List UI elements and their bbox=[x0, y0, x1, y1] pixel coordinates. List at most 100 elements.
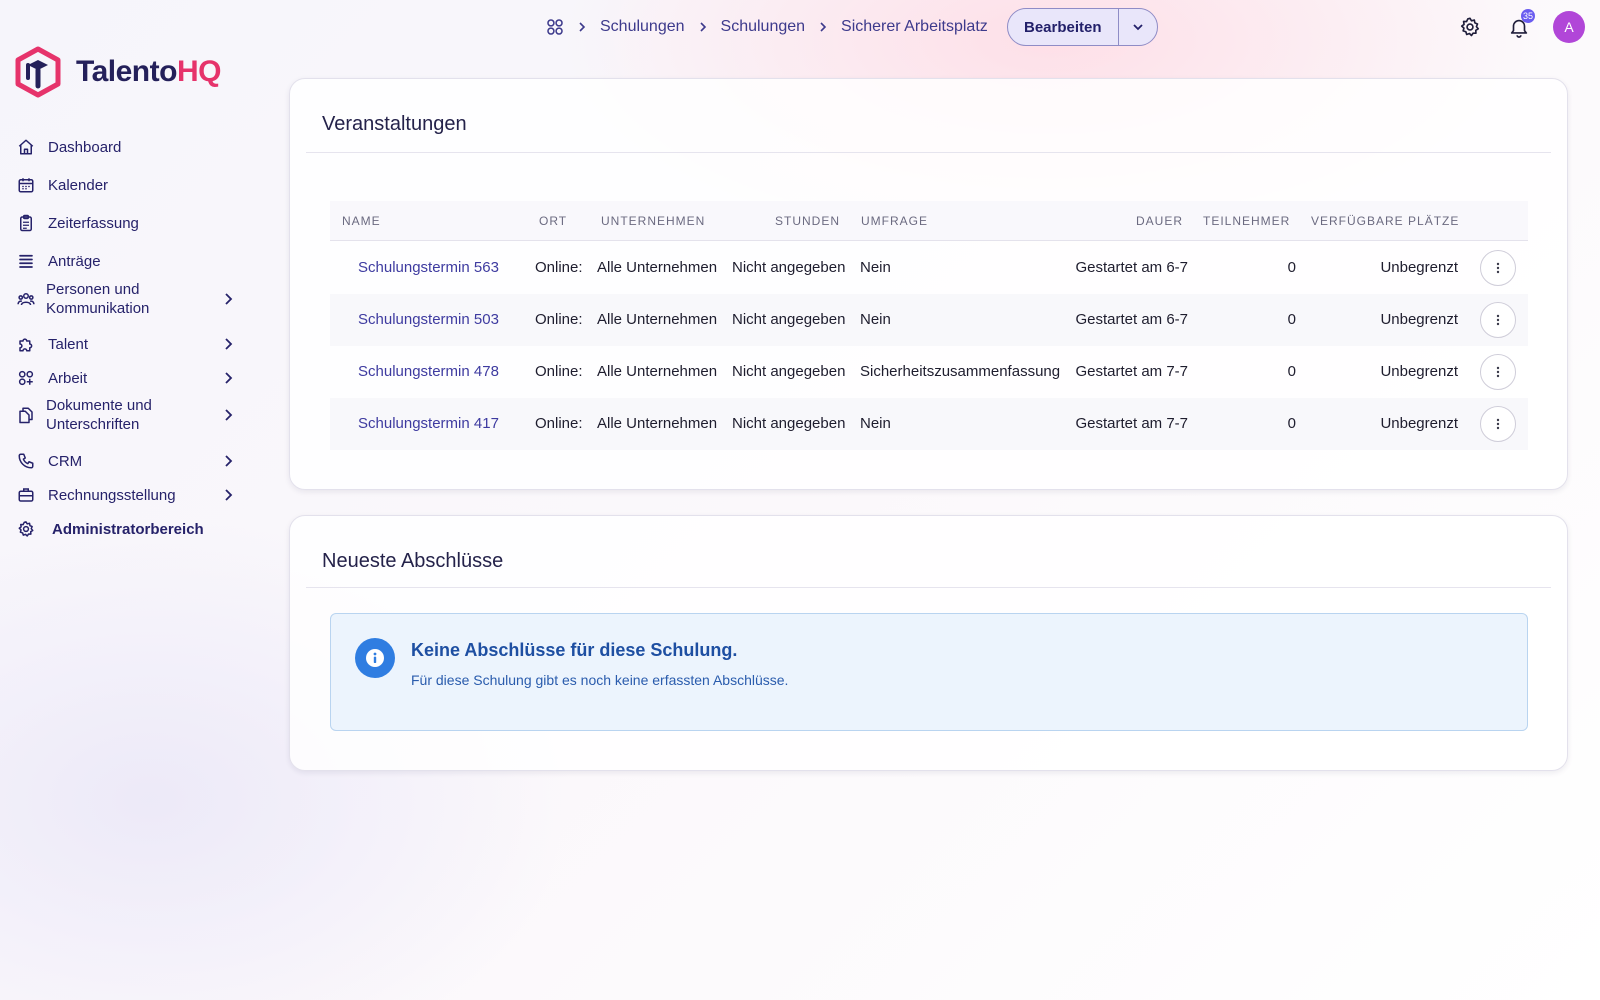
edit-dropdown-button[interactable] bbox=[1119, 9, 1157, 45]
completions-title: Neueste Abschlüsse bbox=[322, 550, 504, 572]
sidebar-item-label: CRM bbox=[48, 452, 83, 470]
event-duration: Gestartet am 7-7 bbox=[1075, 415, 1188, 432]
event-company: Alle Unternehmen bbox=[597, 259, 718, 276]
phone-icon bbox=[16, 451, 36, 471]
sidebar-item-arbeit[interactable]: Arbeit bbox=[16, 366, 242, 390]
event-hours: Nicht angegeben bbox=[732, 311, 846, 328]
sidebar-item-talent[interactable]: Talent bbox=[16, 332, 242, 356]
event-company: Alle Unternehmen bbox=[597, 363, 718, 380]
info-icon bbox=[355, 638, 395, 678]
sidebar-item-personen[interactable]: Personen und Kommunikation bbox=[16, 278, 242, 320]
column-header-unternehmen[interactable]: UNTERNEHMEN bbox=[601, 214, 705, 228]
event-name-link[interactable]: Schulungstermin 478 bbox=[358, 363, 499, 380]
column-header-name[interactable]: NAME bbox=[342, 214, 381, 228]
breadcrumb-item-schulungen[interactable]: Schulungen bbox=[600, 18, 685, 36]
sidebar-item-label: Dokumente und Unterschriften bbox=[46, 397, 152, 433]
table-row: Schulungstermin 417 Online: Alle Unterne… bbox=[330, 398, 1528, 450]
clipboard-icon bbox=[16, 213, 36, 233]
table-row: Schulungstermin 503 Online: Alle Unterne… bbox=[330, 294, 1528, 346]
breadcrumb-item-current: Sicherer Arbeitsplatz bbox=[841, 18, 988, 35]
apps-grid-icon[interactable] bbox=[546, 18, 564, 36]
sidebar-item-zeiterfassung[interactable]: Zeiterfassung bbox=[16, 211, 242, 235]
events-title: Veranstaltungen bbox=[322, 113, 467, 135]
event-seats: Unbegrenzt bbox=[1380, 363, 1458, 380]
home-icon bbox=[16, 137, 36, 157]
breadcrumb-item-schulungen-2[interactable]: Schulungen bbox=[721, 18, 806, 36]
row-actions-button[interactable] bbox=[1480, 354, 1516, 390]
table-row: Schulungstermin 478 Online: Alle Unterne… bbox=[330, 346, 1528, 398]
row-actions-button[interactable] bbox=[1480, 406, 1516, 442]
event-hours: Nicht angegeben bbox=[732, 415, 846, 432]
avatar[interactable]: A bbox=[1553, 11, 1585, 43]
sidebar-item-rechnungsstellung[interactable]: Rechnungsstellung bbox=[16, 483, 242, 507]
column-header-umfrage[interactable]: UMFRAGE bbox=[861, 214, 928, 228]
column-header-teilnehmer[interactable]: TEILNEHMER bbox=[1203, 214, 1290, 228]
event-company: Alle Unternehmen bbox=[597, 415, 718, 432]
sidebar-item-label: Anträge bbox=[48, 252, 101, 270]
event-participants: 0 bbox=[1287, 259, 1296, 276]
event-duration: Gestartet am 6-7 bbox=[1075, 259, 1188, 276]
empty-state-alert: Keine Abschlüsse für diese Schulung. Für… bbox=[330, 613, 1528, 731]
event-participants: 0 bbox=[1287, 363, 1296, 380]
event-duration: Gestartet am 6-7 bbox=[1075, 311, 1188, 328]
sidebar-item-dashboard[interactable]: Dashboard bbox=[16, 135, 242, 159]
chevron-right-icon bbox=[225, 455, 233, 467]
sidebar-item-kalender[interactable]: Kalender bbox=[16, 173, 242, 197]
logo[interactable]: TalentoHQ bbox=[14, 46, 221, 98]
table-header: NAME ORT UNTERNEHMEN STUNDEN UMFRAGE DAU… bbox=[330, 201, 1528, 241]
event-survey: Nein bbox=[860, 259, 891, 276]
chevron-right-icon bbox=[225, 338, 233, 350]
chevron-right-icon bbox=[225, 372, 233, 384]
edit-button[interactable]: Bearbeiten bbox=[1008, 9, 1119, 45]
more-vertical-icon bbox=[1496, 314, 1500, 326]
users-icon bbox=[16, 289, 36, 309]
documents-icon bbox=[16, 405, 36, 425]
apps-icon bbox=[16, 368, 36, 388]
chevron-right-icon bbox=[697, 21, 709, 33]
event-hours: Nicht angegeben bbox=[732, 363, 846, 380]
event-duration: Gestartet am 7-7 bbox=[1075, 363, 1188, 380]
sidebar-item-dokumente[interactable]: Dokumente und Unterschriften bbox=[16, 394, 242, 436]
event-participants: 0 bbox=[1287, 415, 1296, 432]
logo-text: TalentoHQ bbox=[76, 55, 221, 89]
empty-state-text: Für diese Schulung gibt es noch keine er… bbox=[411, 672, 789, 688]
empty-state-title: Keine Abschlüsse für diese Schulung. bbox=[411, 640, 738, 660]
sidebar-item-administratorbereich[interactable]: Administratorbereich bbox=[16, 517, 242, 541]
event-name-link[interactable]: Schulungstermin 417 bbox=[358, 415, 499, 432]
sidebar-item-antraege[interactable]: Anträge bbox=[16, 249, 242, 273]
event-location: Online: bbox=[535, 311, 583, 328]
chevron-right-icon bbox=[225, 409, 233, 421]
chevron-right-icon bbox=[817, 21, 829, 33]
row-actions-button[interactable] bbox=[1480, 302, 1516, 338]
sidebar: TalentoHQ Dashboard Kalender Zeiterfassu… bbox=[0, 0, 260, 1000]
row-actions-button[interactable] bbox=[1480, 250, 1516, 286]
event-location: Online: bbox=[535, 363, 583, 380]
column-header-ort[interactable]: ORT bbox=[539, 214, 567, 228]
sidebar-item-crm[interactable]: CRM bbox=[16, 449, 242, 473]
column-header-plaetze[interactable]: VERFÜGBARE PLÄTZE bbox=[1311, 214, 1459, 228]
event-survey: Sicherheitszusammenfassung bbox=[860, 363, 1061, 380]
sidebar-item-label: Dashboard bbox=[48, 138, 122, 156]
more-vertical-icon bbox=[1496, 366, 1500, 378]
chevron-right-icon bbox=[576, 21, 588, 33]
event-survey: Nein bbox=[860, 311, 891, 328]
event-survey: Nein bbox=[860, 415, 891, 432]
chevron-right-icon bbox=[225, 489, 233, 501]
events-card: Veranstaltungen NAME ORT UNTERNEHMEN STU… bbox=[289, 78, 1568, 490]
event-participants: 0 bbox=[1287, 311, 1296, 328]
event-company: Alle Unternehmen bbox=[597, 311, 718, 328]
list-icon bbox=[16, 251, 36, 271]
notification-count-badge: 35 bbox=[1521, 9, 1536, 23]
chevron-down-icon bbox=[1132, 24, 1143, 31]
sidebar-item-label: Personen und Kommunikation bbox=[46, 281, 150, 317]
column-header-stunden[interactable]: STUNDEN bbox=[775, 214, 840, 228]
gear-icon bbox=[16, 519, 36, 539]
event-name-link[interactable]: Schulungstermin 563 bbox=[358, 259, 499, 276]
more-vertical-icon bbox=[1496, 262, 1500, 274]
settings-button[interactable] bbox=[1457, 14, 1483, 40]
logo-cube-icon bbox=[15, 46, 61, 98]
event-name-link[interactable]: Schulungstermin 503 bbox=[358, 311, 499, 328]
divider bbox=[306, 152, 1551, 153]
sidebar-item-label: Kalender bbox=[48, 176, 109, 194]
column-header-dauer[interactable]: DAUER bbox=[1136, 214, 1183, 228]
